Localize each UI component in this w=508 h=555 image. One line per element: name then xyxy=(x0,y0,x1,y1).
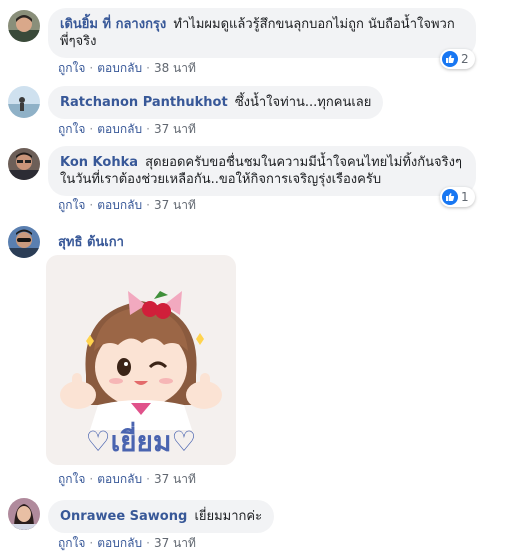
sticker-image[interactable]: ♡เยี่ยม♡ xyxy=(46,255,236,465)
avatar[interactable] xyxy=(8,498,40,530)
comment-actions: ถูกใจ · ตอบกลับ · 37 นาที xyxy=(58,122,196,136)
profile-photo-man-sunglasses-icon xyxy=(8,226,40,258)
avatar[interactable] xyxy=(8,148,40,180)
like-icon xyxy=(442,189,458,205)
comment-text: เยี่ยมมากค่ะ xyxy=(194,509,263,524)
comment-bubble: เดินยิ้ม ที่ กลางกรุง ทำไมผมดูแล้วรู้สึก… xyxy=(48,8,476,58)
like-link[interactable]: ถูกใจ xyxy=(58,61,85,75)
comment-actions: ถูกใจ · ตอบกลับ · 37 นาที xyxy=(58,198,196,212)
comment-author[interactable]: Kon Kohka xyxy=(60,155,138,170)
like-icon xyxy=(442,51,458,67)
like-link[interactable]: ถูกใจ xyxy=(58,536,85,550)
reply-link[interactable]: ตอบกลับ xyxy=(97,198,142,212)
comment-author[interactable]: Ratchanon Panthukhot xyxy=(60,95,228,110)
comment-actions: ถูกใจ · ตอบกลับ · 37 นาที xyxy=(58,472,196,486)
reaction-count[interactable]: 1 xyxy=(440,187,475,207)
like-link[interactable]: ถูกใจ xyxy=(58,122,85,136)
like-link[interactable]: ถูกใจ xyxy=(58,472,85,486)
timestamp[interactable]: 37 นาที xyxy=(154,536,196,550)
timestamp[interactable]: 37 นาที xyxy=(154,198,196,212)
comment-bubble: Kon Kohka สุดยอดครับขอชื่นชมในความมีน้ำใ… xyxy=(48,146,476,196)
profile-photo-man-icon xyxy=(8,10,40,42)
comment-author[interactable]: เดินยิ้ม ที่ กลางกรุง xyxy=(60,17,166,32)
timestamp[interactable]: 38 นาที xyxy=(154,61,196,75)
avatar[interactable] xyxy=(8,10,40,42)
profile-photo-man-glasses-icon xyxy=(8,148,40,180)
avatar[interactable] xyxy=(8,226,40,258)
profile-photo-beach-icon xyxy=(8,86,40,118)
sticker-caption: ♡เยี่ยม♡ xyxy=(85,425,197,458)
timestamp[interactable]: 37 นาที xyxy=(154,472,196,486)
comment-bubble: Ratchanon Panthukhot ซึ้งน้ำใจท่าน...ทุก… xyxy=(48,86,384,119)
comment-actions: ถูกใจ · ตอบกลับ · 37 นาที xyxy=(58,536,196,550)
reaction-count[interactable]: 2 xyxy=(440,49,475,69)
avatar[interactable] xyxy=(8,86,40,118)
comment-author[interactable]: สุทธิ ต้นเกา xyxy=(58,234,124,251)
reply-link[interactable]: ตอบกลับ xyxy=(97,122,142,136)
comment-author[interactable]: Onrawee Sawong xyxy=(60,509,187,524)
like-link[interactable]: ถูกใจ xyxy=(58,198,85,212)
reply-link[interactable]: ตอบกลับ xyxy=(97,472,142,486)
timestamp[interactable]: 37 นาที xyxy=(154,122,196,136)
reply-link[interactable]: ตอบกลับ xyxy=(97,61,142,75)
comment-bubble: Onrawee Sawong เยี่ยมมากค่ะ xyxy=(48,500,275,533)
reply-link[interactable]: ตอบกลับ xyxy=(97,536,142,550)
comment-text: ซึ้งน้ำใจท่าน...ทุกคนเลย xyxy=(234,95,372,110)
profile-photo-woman-icon xyxy=(8,498,40,530)
comment-actions: ถูกใจ · ตอบกลับ · 38 นาที xyxy=(58,61,196,75)
